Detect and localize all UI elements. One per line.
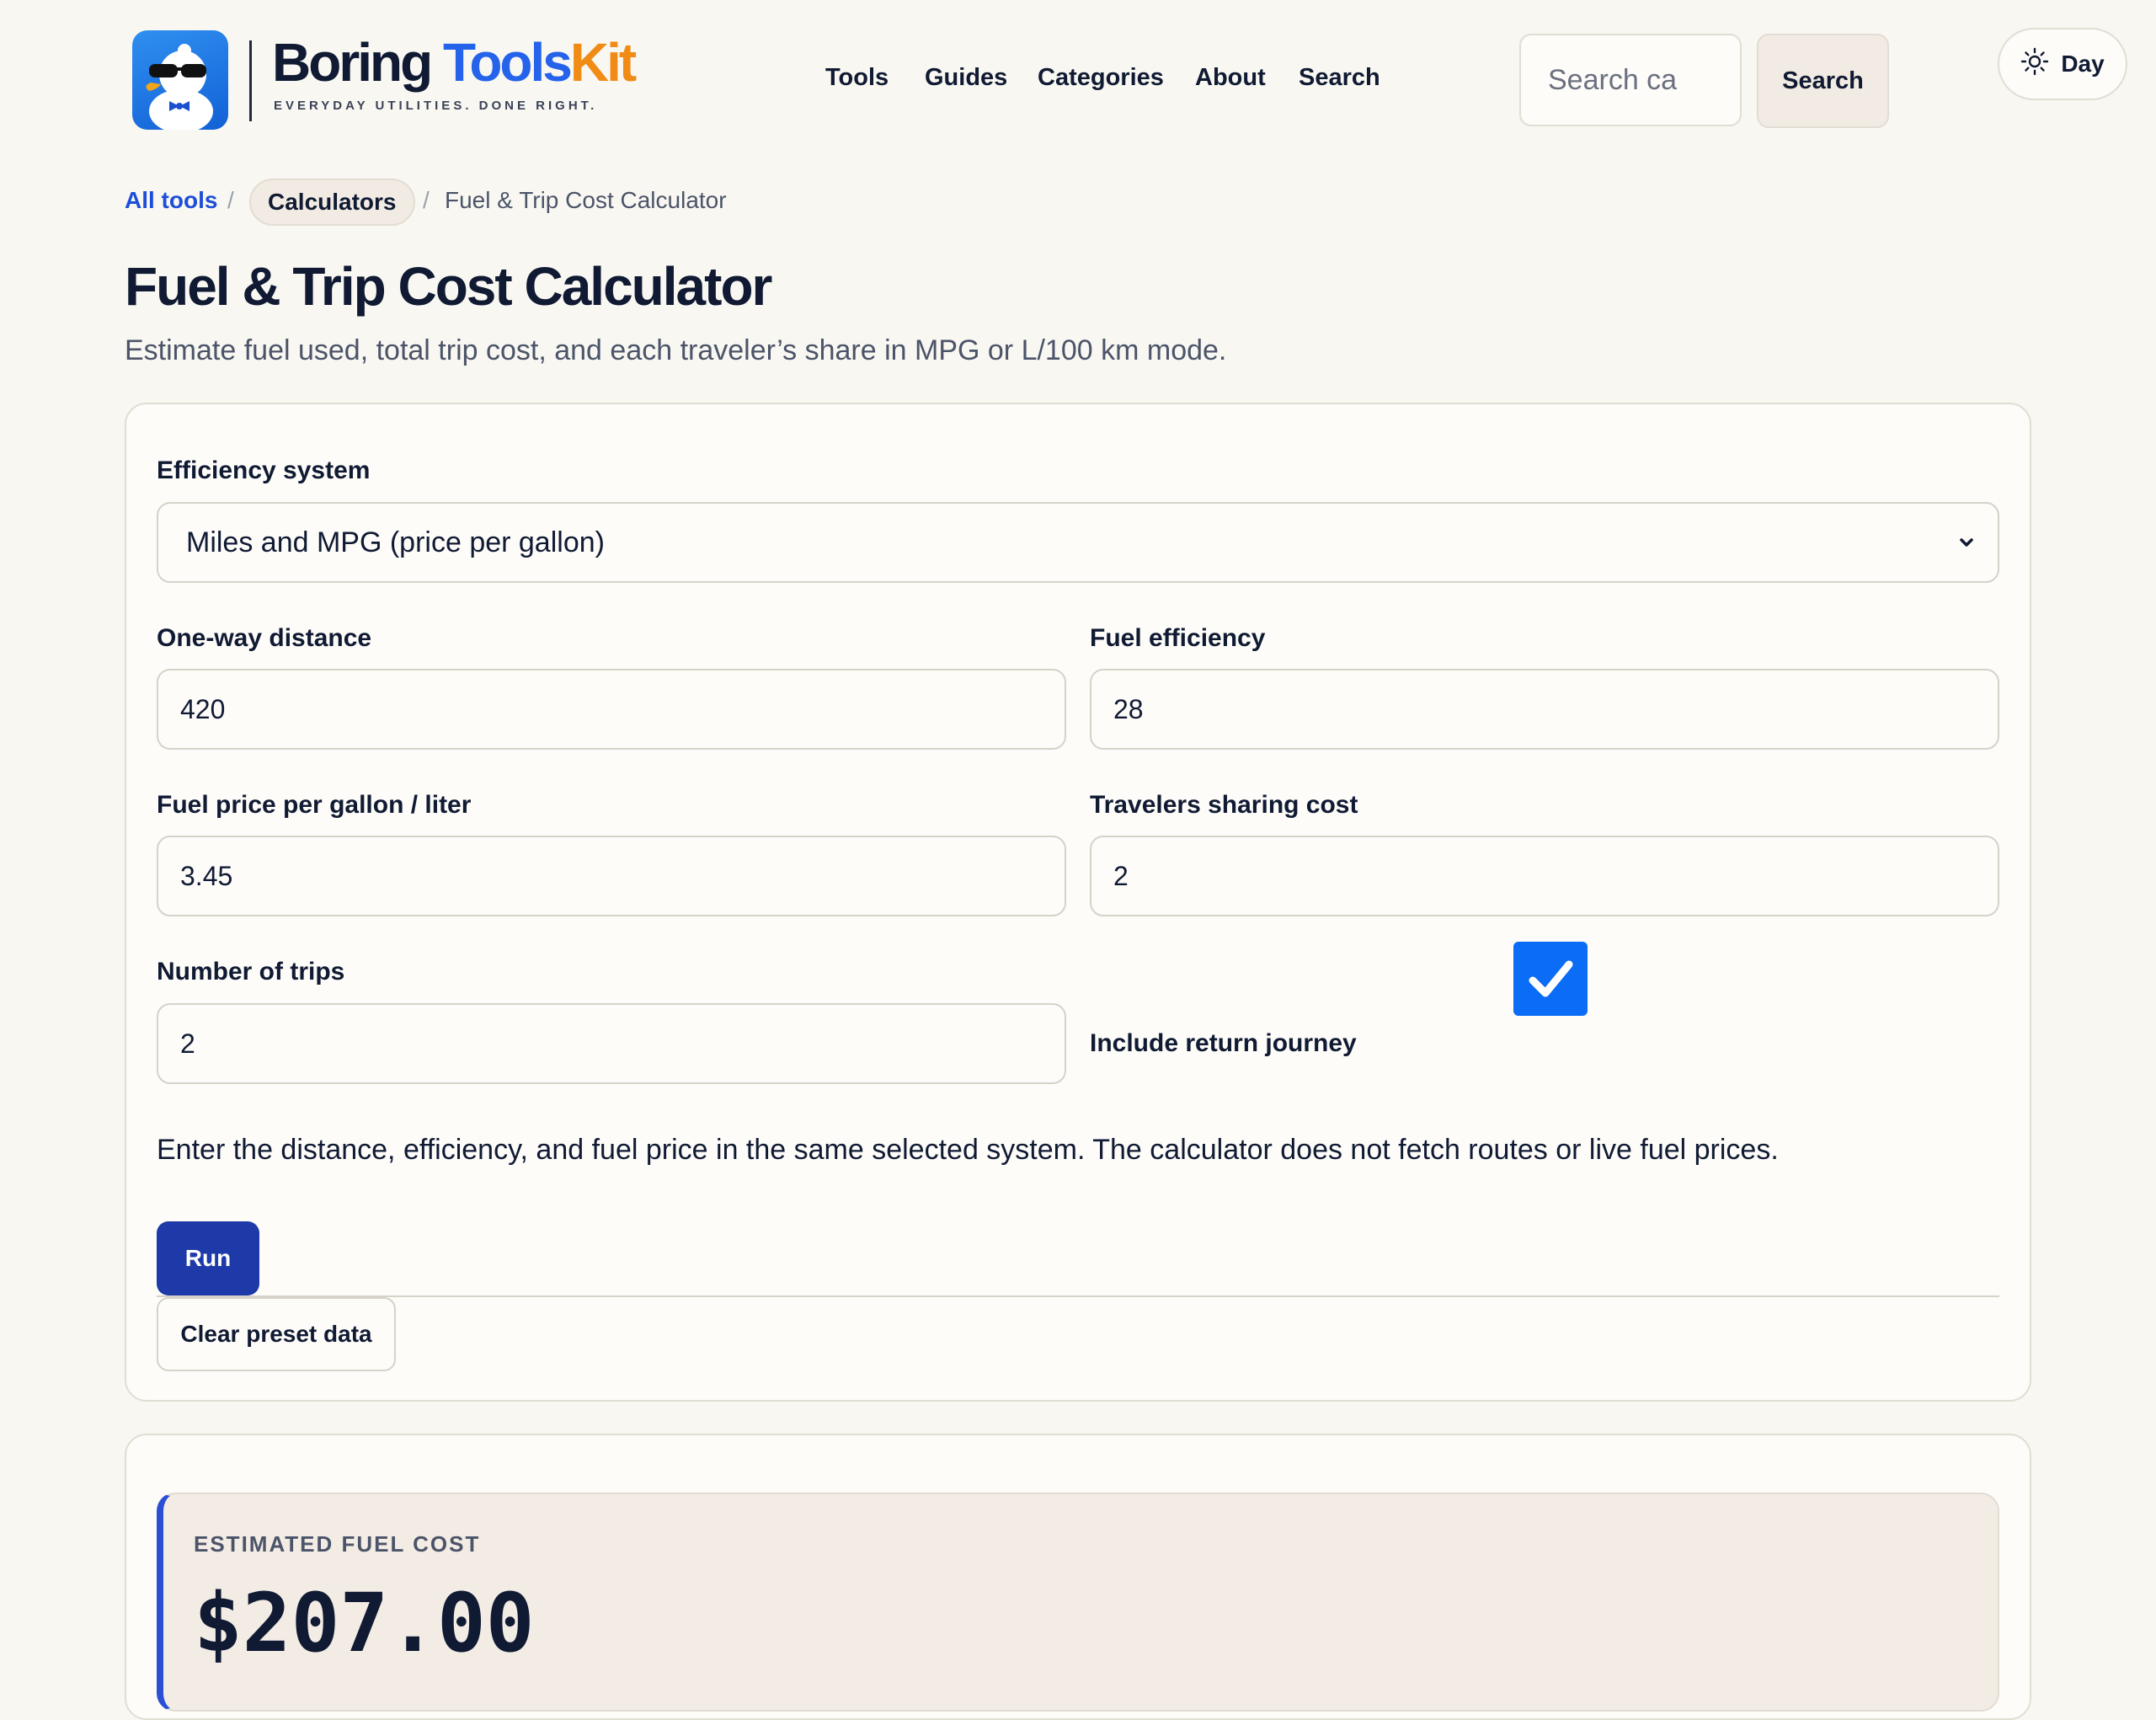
efficiency-label: Fuel efficiency [1090, 624, 1266, 652]
search-input[interactable] [1519, 34, 1742, 126]
nav-tools[interactable]: Tools [825, 64, 889, 92]
breadcrumb-current: Fuel & Trip Cost Calculator [445, 187, 727, 213]
fuel-price-label: Fuel price per gallon / liter [157, 791, 472, 819]
nav-guides[interactable]: Guides [925, 64, 1007, 92]
brand-name-part2: Tools [442, 32, 573, 93]
return-journey-label: Include return journey [1090, 1029, 1357, 1057]
brand-name-part1: Boring [272, 32, 443, 93]
help-text: Enter the distance, efficiency, and fuel… [157, 1134, 1779, 1166]
sun-icon [2020, 47, 2049, 82]
nav-about[interactable]: About [1195, 64, 1266, 92]
result-value: $207.00 [194, 1576, 535, 1670]
brand-tagline: EVERYDAY UTILITIES. DONE RIGHT. [274, 99, 598, 113]
search-button[interactable]: Search [1757, 34, 1889, 128]
fuel-price-input[interactable] [157, 836, 1066, 916]
chevron-down-icon [1960, 538, 1973, 547]
breadcrumb-calculators[interactable]: Calculators [249, 179, 415, 226]
page-subtitle: Estimate fuel used, total trip cost, and… [125, 334, 1227, 366]
logo-divider [249, 40, 252, 121]
theme-toggle-button[interactable]: Day [1998, 28, 2127, 100]
efficiency-system-select[interactable]: Miles and MPG (price per gallon) [157, 502, 1999, 583]
travelers-input[interactable] [1090, 836, 1999, 916]
travelers-label: Travelers sharing cost [1090, 791, 1358, 819]
run-button[interactable]: Run [157, 1221, 259, 1295]
nav-categories[interactable]: Categories [1038, 64, 1164, 92]
breadcrumb-separator: / [227, 187, 234, 213]
trips-label: Number of trips [157, 958, 345, 986]
return-journey-checkbox[interactable] [1513, 942, 1588, 1016]
checkmark-icon [1529, 960, 1573, 997]
distance-label: One-way distance [157, 624, 372, 652]
page-title: Fuel & Trip Cost Calculator [125, 256, 772, 317]
efficiency-system-label: Efficiency system [157, 457, 371, 484]
brand-name-part3: Kit [569, 32, 637, 93]
breadcrumb-separator: / [423, 187, 430, 213]
clear-preset-button[interactable]: Clear preset data [157, 1297, 396, 1371]
duck-logo-icon[interactable] [132, 30, 228, 130]
efficiency-input[interactable] [1090, 669, 1999, 750]
brand-name[interactable]: Boring ToolsKit [272, 29, 637, 96]
breadcrumb-all-tools[interactable]: All tools [125, 187, 217, 214]
efficiency-system-value: Miles and MPG (price per gallon) [186, 526, 605, 558]
distance-input[interactable] [157, 669, 1066, 750]
trips-input[interactable] [157, 1003, 1066, 1084]
nav-search[interactable]: Search [1299, 64, 1380, 92]
result-label: ESTIMATED FUEL COST [194, 1531, 481, 1557]
divider [157, 1295, 1999, 1297]
theme-toggle-label: Day [2061, 51, 2105, 77]
